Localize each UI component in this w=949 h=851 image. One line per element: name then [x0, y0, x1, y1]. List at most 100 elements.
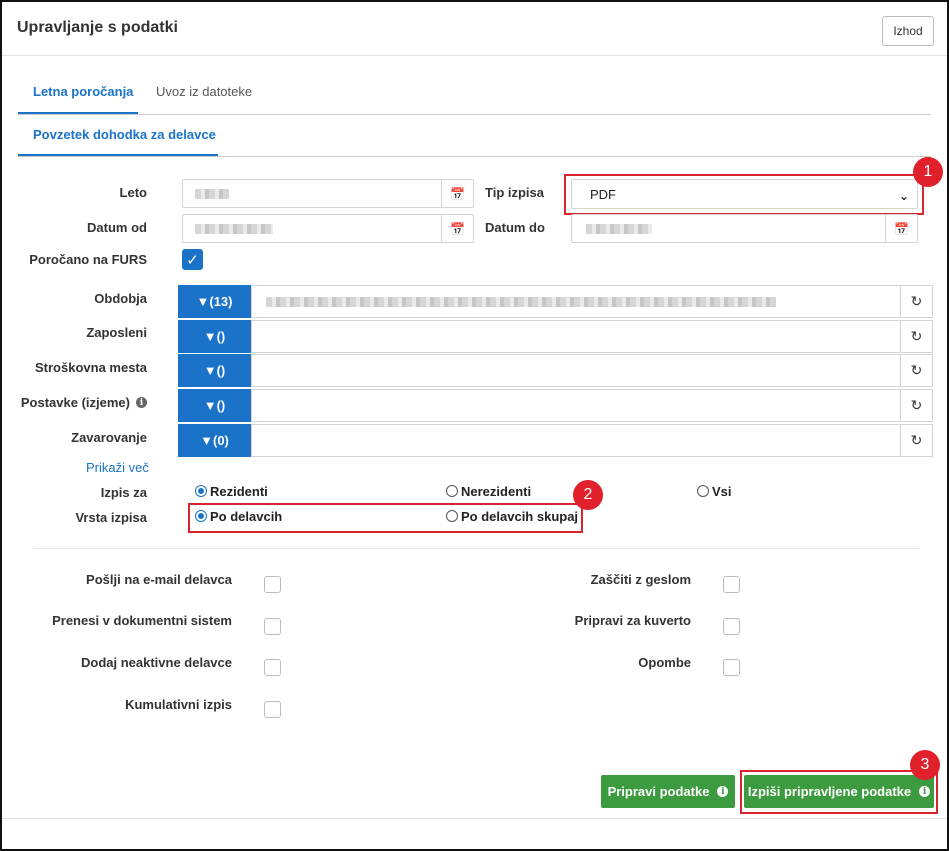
subtab-povzetek[interactable]: Povzetek dohodka za delavce	[33, 127, 216, 142]
prepare-button-label: Pripravi podatke	[607, 784, 710, 799]
refresh-icon[interactable]: ↻	[900, 425, 932, 456]
filter-label-zavarovanje: Zavarovanje	[71, 430, 147, 445]
tip-izpisa-label: Tip izpisa	[485, 185, 544, 200]
info-icon[interactable]: i	[136, 397, 147, 408]
filter-button-postavke[interactable]: ▼()	[178, 389, 251, 422]
checkbox-kuverta[interactable]	[723, 618, 740, 635]
filter-button-stroskovna-mesta[interactable]: ▼()	[178, 354, 251, 387]
print-prepared-button-label: Izpiši pripravljene podatke	[747, 784, 912, 799]
filter-count: (0)	[212, 433, 229, 448]
filter-field-zaposleni[interactable]: ↻	[251, 320, 933, 353]
tab-letna-porocanja[interactable]: Letna poročanja	[33, 84, 133, 99]
checkbox-neaktivne[interactable]	[264, 659, 281, 676]
datum-od-input[interactable]: 📅	[182, 214, 474, 243]
radio-button	[195, 510, 207, 522]
filter-count: ()	[216, 363, 226, 378]
radio-label: Rezidenti	[210, 484, 268, 499]
filter-icon: ▼	[203, 329, 217, 344]
datum-od-label: Datum od	[87, 220, 147, 235]
chevron-down-icon: ⌄	[898, 189, 909, 203]
header-divider	[2, 55, 947, 56]
filter-label-stroskovna-mesta: Stroškovna mesta	[35, 360, 147, 375]
badge-1: 1	[913, 157, 943, 187]
checkbox-kumulativni[interactable]	[264, 701, 281, 718]
calendar-icon[interactable]: 📅	[441, 180, 473, 207]
checkbox-geslo[interactable]	[723, 576, 740, 593]
radio-button	[697, 485, 709, 497]
leto-label: Leto	[119, 185, 147, 200]
filter-icon: ▼	[200, 433, 213, 448]
refresh-icon[interactable]: ↻	[900, 286, 932, 317]
badge-3: 3	[910, 750, 940, 780]
check-icon: ✓	[186, 251, 199, 269]
radio-rezidenti[interactable]: Rezidenti	[195, 484, 268, 499]
radio-button	[446, 485, 458, 497]
filter-field-postavke[interactable]: ↻	[251, 389, 933, 422]
izpis-za-label: Izpis za	[100, 485, 147, 500]
checkbox-email[interactable]	[264, 576, 281, 593]
radio-po-delavcih-skupaj[interactable]: Po delavcih skupaj	[446, 509, 578, 524]
obdobja-value-blurred	[266, 297, 776, 307]
checkbox-label-dokumentni: Prenesi v dokumentni sistem	[52, 613, 232, 628]
datum-do-label: Datum do	[485, 220, 545, 235]
page-title: Upravljanje s podatki	[17, 19, 178, 36]
filter-count: ()	[216, 329, 226, 344]
leto-input[interactable]: 📅	[182, 179, 474, 208]
show-more-link[interactable]: Prikaži več	[86, 460, 149, 475]
tip-izpisa-value: PDF	[590, 186, 616, 202]
info-icon: i	[919, 786, 931, 797]
filter-label-obdobja: Obdobja	[94, 291, 147, 306]
calendar-icon[interactable]: 📅	[441, 215, 473, 242]
exit-button[interactable]: Izhod	[882, 16, 934, 46]
filter-button-zavarovanje[interactable]: ▼ (0)	[178, 424, 251, 457]
datum-do-value-blurred	[586, 224, 652, 234]
filter-button-obdobja[interactable]: ▼ (13)	[178, 285, 251, 318]
filter-field-stroskovna-mesta[interactable]: ↻	[251, 354, 933, 387]
section-divider	[34, 548, 919, 549]
radio-button	[195, 485, 207, 497]
filter-label-postavke: Postavke (izjeme)	[20, 395, 130, 410]
print-prepared-button[interactable]: Izpiši pripravljene podatke i	[744, 775, 934, 808]
checkbox-label-email: Pošlji na e-mail delavca	[86, 572, 232, 587]
checkbox-label-geslo: Zaščiti z geslom	[590, 572, 691, 587]
leto-value-blurred	[195, 189, 229, 199]
radio-nerezidenti[interactable]: Nerezidenti	[446, 484, 531, 499]
radio-button	[446, 510, 458, 522]
checkbox-label-kumulativni: Kumulativni izpis	[125, 697, 232, 712]
radio-label: Vsi	[712, 484, 732, 499]
datum-od-value-blurred	[195, 224, 273, 234]
tabs-divider	[18, 114, 931, 115]
refresh-icon[interactable]: ↻	[900, 355, 932, 386]
radio-vsi[interactable]: Vsi	[697, 484, 732, 499]
vrsta-izpisa-label: Vrsta izpisa	[75, 510, 147, 525]
filter-count: ()	[216, 398, 226, 413]
filter-field-zavarovanje[interactable]: ↻	[251, 424, 933, 457]
tab-uvoz-iz-datoteke[interactable]: Uvoz iz datoteke	[156, 84, 252, 99]
checkbox-label-opombe: Opombe	[638, 655, 691, 670]
filter-icon: ▼	[203, 398, 217, 413]
radio-label: Po delavcih	[210, 509, 283, 524]
datum-do-input[interactable]: 📅	[571, 214, 918, 243]
radio-label: Nerezidenti	[461, 484, 532, 499]
checkbox-dokumentni[interactable]	[264, 618, 281, 635]
calendar-icon[interactable]: 📅	[885, 215, 917, 242]
info-icon: i	[717, 786, 729, 797]
porocano-label: Poročano na FURS	[29, 252, 147, 267]
porocano-checkbox[interactable]: ✓	[182, 249, 203, 270]
filter-button-zaposleni[interactable]: ▼()	[178, 320, 251, 353]
refresh-icon[interactable]: ↻	[900, 321, 932, 352]
filter-field-obdobja[interactable]: ↻	[251, 285, 933, 318]
radio-po-delavcih[interactable]: Po delavcih	[195, 509, 282, 524]
checkbox-opombe[interactable]	[723, 659, 740, 676]
tip-izpisa-select[interactable]: PDF ⌄	[571, 179, 918, 209]
radio-label: Po delavcih skupaj	[461, 509, 579, 524]
checkbox-label-neaktivne: Dodaj neaktivne delavce	[80, 655, 232, 670]
filter-label-zaposleni: Zaposleni	[86, 325, 147, 340]
prepare-button[interactable]: Pripravi podatke i	[601, 775, 735, 808]
refresh-icon[interactable]: ↻	[900, 390, 932, 421]
subtab-divider	[18, 156, 931, 157]
filter-count: (13)	[209, 294, 233, 309]
filter-icon: ▼	[196, 294, 210, 309]
filter-icon: ▼	[203, 363, 217, 378]
checkbox-label-kuverta: Pripravi za kuverto	[574, 613, 691, 628]
